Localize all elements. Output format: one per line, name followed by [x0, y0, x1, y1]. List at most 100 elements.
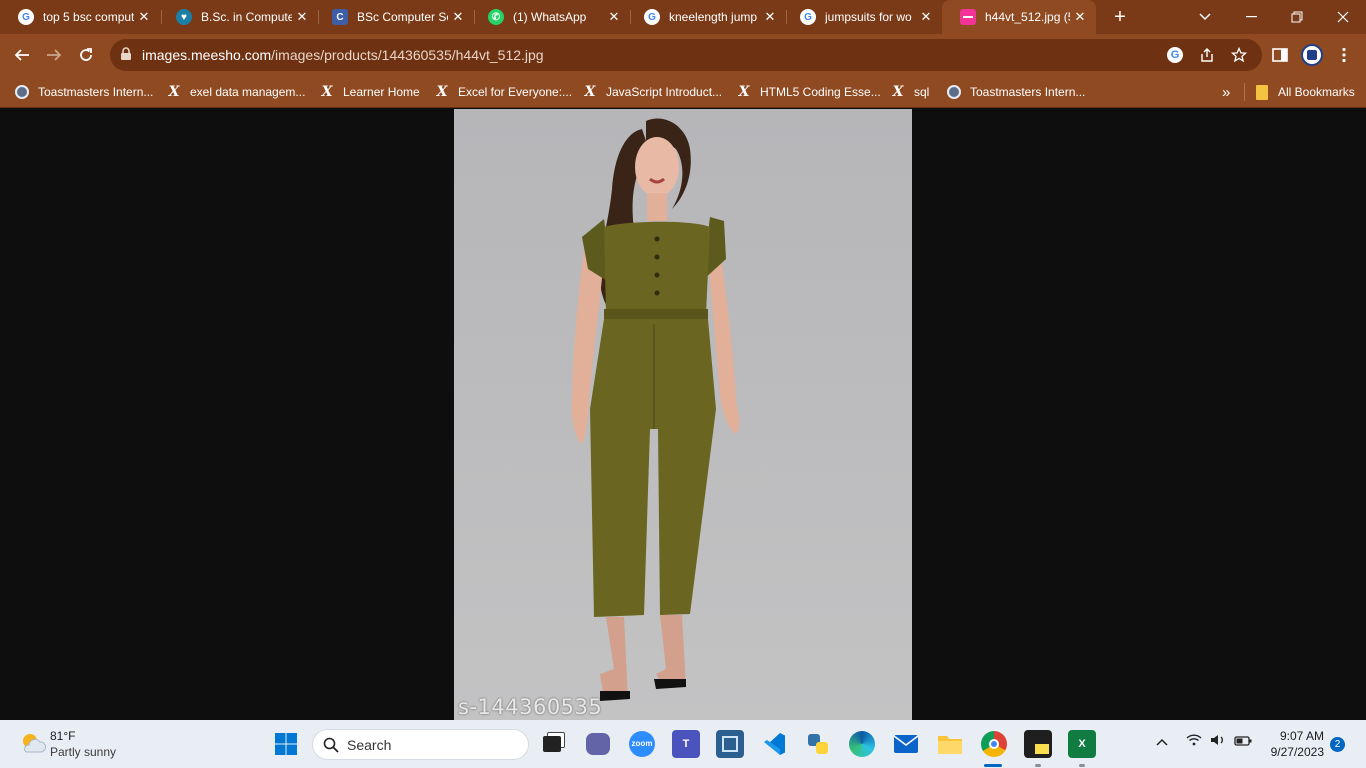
bookmark-label: JavaScript Introduct...: [606, 85, 723, 99]
notification-badge[interactable]: 2: [1330, 737, 1345, 752]
tab-search-button[interactable]: [1182, 0, 1228, 34]
taskbar-app-edge[interactable]: [848, 730, 876, 758]
task-view-icon: [543, 736, 561, 752]
close-icon[interactable]: ✕: [292, 9, 312, 25]
tab-jumpsuits-for-wo[interactable]: G jumpsuits for wo ✕: [782, 0, 942, 34]
close-icon[interactable]: ✕: [1070, 9, 1090, 25]
minimize-button[interactable]: [1228, 0, 1274, 34]
bookmark-item[interactable]: X Excel for Everyone:...: [434, 83, 572, 101]
bookmark-star-icon[interactable]: [1230, 46, 1248, 64]
tab-title: top 5 bsc comput: [43, 10, 134, 24]
bookmark-item[interactable]: X HTML5 Coding Esse...: [736, 83, 881, 101]
close-icon[interactable]: ✕: [760, 9, 780, 25]
taskbar-app-teams-chat[interactable]: [584, 730, 612, 758]
side-panel-button[interactable]: [1266, 41, 1294, 69]
url-path: /images/products/144360535/h44vt_512.jpg: [271, 47, 544, 63]
close-window-button[interactable]: [1320, 0, 1366, 34]
menu-button[interactable]: [1330, 41, 1358, 69]
database-icon: [722, 736, 738, 752]
google-icon: G: [18, 9, 34, 25]
show-hidden-icons-button[interactable]: [1156, 734, 1168, 749]
chrome-icon: [981, 731, 1007, 757]
x-icon: X: [321, 84, 333, 100]
chevron-down-icon: [1199, 13, 1211, 21]
tab-h44vt-jpg[interactable]: h44vt_512.jpg (5 ✕: [942, 0, 1096, 34]
close-icon[interactable]: ✕: [134, 9, 154, 25]
back-button[interactable]: [8, 41, 36, 69]
all-bookmarks-button[interactable]: All Bookmarks: [1254, 83, 1355, 101]
bookmark-item[interactable]: X JavaScript Introduct...: [582, 83, 723, 101]
close-icon[interactable]: ✕: [916, 9, 936, 25]
taskbar-app-python[interactable]: [804, 730, 832, 758]
bookmark-item[interactable]: X Learner Home: [319, 83, 420, 101]
task-view-button[interactable]: [538, 730, 566, 758]
tab-bsc-computer-sc[interactable]: C BSc Computer Sc ✕: [314, 0, 474, 34]
search-icon: [323, 737, 339, 753]
google-lens-icon[interactable]: G: [1166, 46, 1184, 64]
bookmarks-overflow-button[interactable]: »: [1222, 83, 1230, 101]
edge-icon: [849, 731, 875, 757]
taskbar-app-file-explorer[interactable]: [936, 730, 964, 758]
start-button[interactable]: [272, 730, 300, 758]
bookmark-item[interactable]: Toastmasters Intern...: [14, 83, 153, 101]
url-text[interactable]: images.meesho.com/images/products/144360…: [142, 47, 544, 63]
taskbar-app-zoom[interactable]: zoom: [628, 730, 656, 758]
close-icon[interactable]: ✕: [604, 9, 624, 25]
bookmark-label: Toastmasters Intern...: [970, 85, 1086, 99]
reload-button[interactable]: [72, 41, 100, 69]
network-button[interactable]: [1186, 734, 1202, 749]
bookmark-item[interactable]: X sql: [890, 83, 930, 101]
restore-icon: [1291, 11, 1303, 23]
more-vertical-icon: [1342, 47, 1346, 63]
arrow-left-icon: [14, 49, 29, 61]
taskbar-app-sticky-notes[interactable]: [1024, 730, 1052, 758]
folder-icon: [938, 736, 962, 754]
bookmark-item[interactable]: Toastmasters Intern...: [946, 83, 1085, 101]
excel-icon: X: [1078, 738, 1086, 750]
tab-strip: G top 5 bsc comput ✕ ♥ B.Sc. in Compute …: [0, 0, 1366, 34]
python-icon: [808, 734, 828, 754]
new-tab-button[interactable]: +: [1108, 5, 1132, 29]
weather-temperature: 81°F: [50, 729, 76, 743]
taskbar-search[interactable]: Search: [312, 729, 529, 760]
bookmark-label: exel data managem...: [190, 85, 306, 99]
bookmark-label: sql: [914, 85, 930, 99]
taskbar-app-teams[interactable]: T: [672, 730, 700, 758]
bookmark-label: Learner Home: [343, 85, 420, 99]
address-bar[interactable]: images.meesho.com/images/products/144360…: [110, 39, 1262, 71]
weather-description: Partly sunny: [50, 745, 117, 759]
product-image[interactable]: s-144360535: [454, 109, 912, 720]
tab-top-5-bsc[interactable]: G top 5 bsc comput ✕: [0, 0, 160, 34]
tab-kneelength-jump[interactable]: G kneelength jump ✕: [626, 0, 786, 34]
x-icon: X: [738, 84, 750, 100]
zoom-icon: zoom: [629, 731, 655, 757]
forward-button[interactable]: [40, 41, 68, 69]
tab-whatsapp[interactable]: ✆ (1) WhatsApp ✕: [470, 0, 630, 34]
bookmarks-bar: Toastmasters Intern... X exel data manag…: [0, 76, 1366, 108]
battery-button[interactable]: [1234, 734, 1252, 749]
profile-button[interactable]: [1298, 41, 1326, 69]
clock-date: 9/27/2023: [1270, 745, 1324, 759]
restore-button[interactable]: [1274, 0, 1320, 34]
bookmark-item[interactable]: X exel data managem...: [166, 83, 306, 101]
tab-title: (1) WhatsApp: [513, 10, 587, 24]
battery-icon: [1234, 736, 1252, 746]
reload-icon: [80, 48, 92, 61]
partly-sunny-icon: [23, 734, 46, 753]
mail-icon: [893, 735, 919, 753]
taskbar-app-vscode[interactable]: [760, 730, 788, 758]
image-watermark: s-144360535: [458, 695, 603, 719]
tab-bsc-in-computer[interactable]: ♥ B.Sc. in Compute ✕: [158, 0, 318, 34]
volume-button[interactable]: [1210, 734, 1226, 749]
taskbar-app-mail[interactable]: [892, 730, 920, 758]
taskbar-app-sql-server[interactable]: [716, 730, 744, 758]
google-icon: G: [644, 9, 660, 25]
meesho-icon: [960, 9, 976, 25]
taskbar-app-chrome[interactable]: [980, 730, 1008, 758]
close-icon[interactable]: ✕: [448, 9, 468, 25]
search-placeholder: Search: [347, 737, 392, 753]
all-bookmarks-label: All Bookmarks: [1278, 85, 1355, 99]
lock-icon[interactable]: [120, 47, 132, 61]
taskbar-app-excel[interactable]: X: [1068, 730, 1096, 758]
share-icon[interactable]: [1198, 46, 1216, 64]
